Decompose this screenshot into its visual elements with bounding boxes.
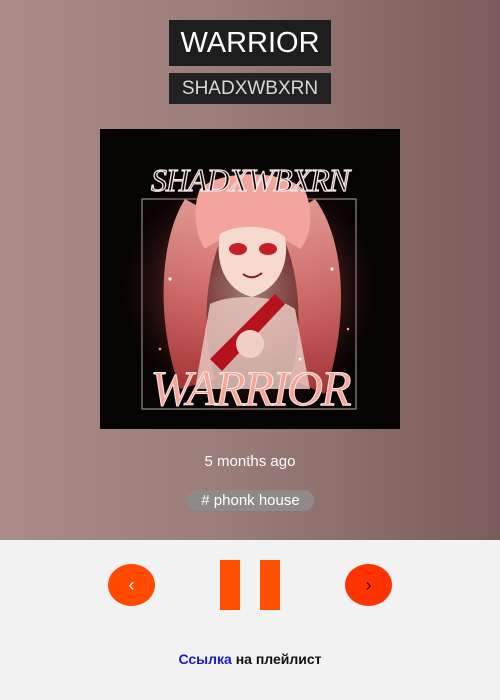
genre-tag[interactable]: # phonk house	[187, 490, 314, 511]
playlist-link-suffix: на плейлист	[235, 651, 322, 667]
album-cover: SHADXWBXRN WARRIOR	[100, 129, 400, 429]
next-button[interactable]: ›	[345, 564, 392, 606]
artist-name: SHADXWBXRN	[169, 73, 331, 104]
track-header: WARRIOR SHADXWBXRN SHADXWBXRN WARRIOR 5 …	[0, 0, 500, 540]
pause-button[interactable]	[220, 560, 280, 610]
previous-button[interactable]: ‹	[108, 564, 155, 606]
cover-art: SHADXWBXRN WARRIOR	[100, 129, 400, 429]
cover-top-text: SHADXWBXRN	[151, 162, 352, 198]
posted-time: 5 months ago	[204, 453, 296, 470]
cover-bottom-text: WARRIOR	[150, 360, 351, 416]
playlist-link-row: Ссылка на плейлист	[0, 651, 500, 667]
pause-icon	[220, 560, 240, 610]
pause-icon-bar	[260, 560, 280, 610]
playlist-link[interactable]: Ссылка	[178, 651, 231, 667]
track-title: WARRIOR	[169, 20, 331, 66]
chevron-right-icon: ›	[365, 575, 372, 595]
player-controls: ‹ › Ссылка на плейлист	[0, 540, 500, 700]
chevron-left-icon: ‹	[128, 575, 135, 595]
